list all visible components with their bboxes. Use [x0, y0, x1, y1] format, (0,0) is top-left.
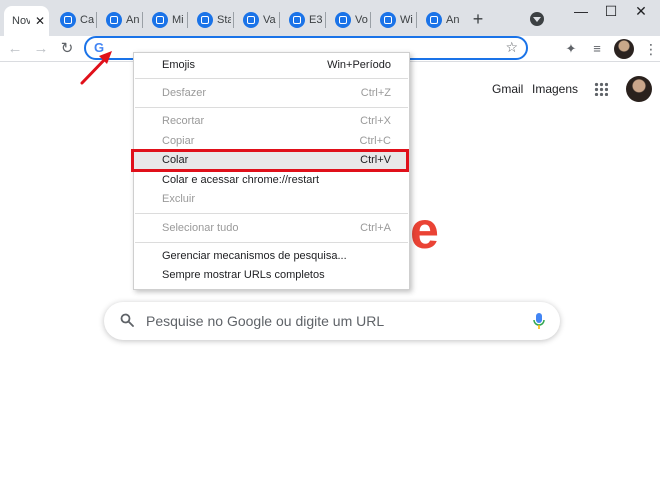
- menu-separator: [135, 78, 408, 79]
- tab-search-icon[interactable]: [530, 12, 544, 26]
- extensions-icon[interactable]: ✦: [562, 40, 580, 58]
- close-tab-icon[interactable]: ✕: [34, 14, 46, 28]
- images-link[interactable]: Imagens: [532, 82, 578, 96]
- menu-item-delete: Excluir: [134, 190, 409, 209]
- new-tab-button[interactable]: +: [468, 8, 488, 30]
- menu-item-label: Sempre mostrar URLs completos: [162, 269, 325, 281]
- search-placeholder: Pesquise no Google ou digite um URL: [146, 313, 385, 329]
- menu-item-label: Selecionar tudo: [162, 222, 239, 234]
- tab-divider: [325, 12, 326, 28]
- tab-7[interactable]: Vo: [327, 6, 369, 34]
- tab-favicon-icon: [335, 12, 351, 28]
- tab-divider: [370, 12, 371, 28]
- annotation-highlight-box: [131, 149, 409, 172]
- minimize-button[interactable]: —: [566, 2, 596, 20]
- tab-label: Va: [263, 14, 276, 26]
- tab-favicon-icon: [106, 12, 122, 28]
- tab-divider: [416, 12, 417, 28]
- menu-item-shortcut: Ctrl+Z: [360, 87, 391, 99]
- tab-label: Ca: [80, 14, 94, 26]
- tab-divider: [187, 12, 188, 28]
- gmail-link[interactable]: Gmail: [492, 82, 523, 96]
- tab-divider: [233, 12, 234, 28]
- tab-8[interactable]: Wi: [372, 6, 414, 34]
- tab-6[interactable]: E3: [281, 6, 323, 34]
- menu-item-label: Recortar: [162, 115, 205, 127]
- menu-item-manage-search-engines[interactable]: Gerenciar mecanismos de pesquisa...: [134, 247, 409, 266]
- tab-label: Wi: [400, 14, 413, 26]
- tab-label: Mi: [172, 14, 184, 26]
- bookmark-star-icon[interactable]: ☆: [505, 39, 518, 56]
- menu-item-label: Desfazer: [162, 87, 207, 99]
- menu-item-show-full-urls[interactable]: Sempre mostrar URLs completos: [134, 266, 409, 285]
- menu-item-select-all: Selecionar tudo Ctrl+A: [134, 219, 409, 238]
- tab-9[interactable]: An: [418, 6, 460, 34]
- account-avatar[interactable]: [626, 76, 652, 102]
- search-icon: [120, 313, 134, 327]
- menu-item-shortcut: Win+Período: [327, 59, 391, 71]
- tab-favicon-icon: [289, 12, 305, 28]
- menu-kebab-icon[interactable]: ⋮: [644, 39, 658, 59]
- annotation-arrow-icon: [80, 51, 112, 85]
- tab-divider: [142, 12, 143, 28]
- tab-new-tab[interactable]: Nov ✕: [4, 6, 49, 36]
- tab-3[interactable]: Mi: [144, 6, 186, 34]
- tab-label: An: [446, 14, 460, 26]
- menu-item-undo: Desfazer Ctrl+Z: [134, 84, 409, 103]
- menu-item-label: Colar e acessar chrome://restart: [162, 174, 320, 186]
- google-apps-icon[interactable]: [594, 82, 608, 96]
- maximize-button[interactable]: ☐: [596, 2, 626, 20]
- menu-item-label: Excluir: [162, 193, 196, 205]
- microphone-icon[interactable]: [532, 312, 546, 330]
- menu-separator: [135, 107, 408, 108]
- menu-separator: [135, 213, 408, 214]
- tab-label: Sta: [217, 14, 231, 26]
- tab-label: E3: [309, 14, 323, 26]
- reload-button[interactable]: ↻: [56, 38, 78, 60]
- search-box[interactable]: Pesquise no Google ou digite um URL: [104, 302, 560, 340]
- tab-favicon-icon: [380, 12, 396, 28]
- tab-label: Nov: [12, 15, 30, 27]
- tab-1[interactable]: Ca: [52, 6, 94, 34]
- menu-item-paste-and-go[interactable]: Colar e acessar chrome://restart: [134, 171, 409, 190]
- menu-item-shortcut: Ctrl+A: [360, 222, 391, 234]
- tab-2[interactable]: An: [98, 6, 140, 34]
- tab-divider: [279, 12, 280, 28]
- tab-favicon-icon: [426, 12, 442, 28]
- back-button[interactable]: ←: [4, 38, 26, 60]
- tab-favicon-icon: [197, 12, 213, 28]
- google-logo-fragment: e: [410, 202, 439, 260]
- tab-strip: Nov ✕ Ca An Mi Sta Va E3 Vo Wi An + — ☐ …: [0, 0, 660, 36]
- forward-button[interactable]: →: [30, 38, 52, 60]
- tab-label: Vo: [355, 14, 368, 26]
- tab-divider: [96, 12, 97, 28]
- menu-separator: [135, 242, 408, 243]
- menu-item-emojis[interactable]: Emojis Win+Período: [134, 56, 409, 75]
- tab-favicon-icon: [243, 12, 259, 28]
- menu-item-cut: Recortar Ctrl+X: [134, 112, 409, 131]
- profile-avatar[interactable]: [614, 39, 634, 59]
- tab-favicon-icon: [152, 12, 168, 28]
- menu-item-label: Gerenciar mecanismos de pesquisa...: [162, 250, 347, 262]
- media-control-icon[interactable]: ≡: [588, 40, 606, 58]
- tab-5[interactable]: Va: [235, 6, 277, 34]
- menu-item-shortcut: Ctrl+X: [360, 115, 391, 127]
- tab-4[interactable]: Sta: [189, 6, 231, 34]
- close-window-button[interactable]: ✕: [626, 2, 656, 20]
- tab-favicon-icon: [60, 12, 76, 28]
- menu-item-label: Emojis: [162, 59, 196, 71]
- tab-label: An: [126, 14, 140, 26]
